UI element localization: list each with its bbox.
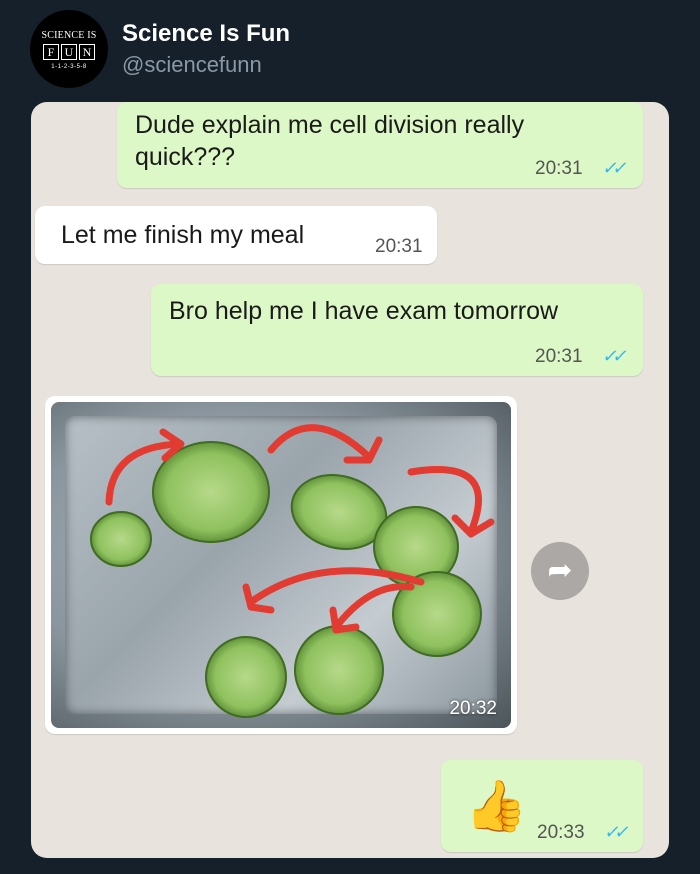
cucumber-slice	[205, 636, 287, 718]
cucumber-slice	[90, 511, 152, 567]
double-check-icon: ✓✓	[602, 822, 628, 842]
message-bubble[interactable]: Bro help me I have exam tomorrow 20:31 ✓…	[151, 284, 643, 376]
avatar-line3: 1-1-2-3-5-8	[51, 64, 87, 70]
avatar-letter: U	[61, 44, 77, 60]
message-bubble[interactable]: Dude explain me cell division really qui…	[117, 102, 643, 188]
cucumber-photo[interactable]: 20:32	[51, 402, 511, 728]
message-time: 20:31	[535, 158, 583, 179]
message-bubble[interactable]: Let me finish my meal 20:31	[35, 206, 437, 264]
tweet-header: SCIENCE IS F U N 1-1-2-3-5-8 Science Is …	[30, 10, 670, 90]
image-message[interactable]: 20:32	[45, 396, 517, 734]
share-forward-icon[interactable]: ➦	[531, 542, 589, 600]
avatar-line1: SCIENCE IS	[41, 30, 97, 41]
message-time: 20:31	[375, 236, 423, 257]
message-text-line: quick???	[135, 143, 236, 171]
avatar[interactable]: SCIENCE IS F U N 1-1-2-3-5-8	[30, 10, 108, 88]
red-arrow	[267, 424, 373, 461]
double-check-icon: ✓✓	[600, 346, 626, 366]
thumbs-up-icon: 👍	[465, 778, 528, 834]
message-text-line: Bro help me I have exam tomorrow	[169, 297, 559, 325]
message-text-line: Dude explain me cell division really	[135, 111, 525, 139]
message-time: 20:33	[537, 822, 585, 843]
double-check-icon: ✓✓	[600, 158, 626, 178]
cucumber-slice	[294, 625, 384, 715]
message-time: 20:32	[449, 698, 497, 719]
message-bubble[interactable]: 👍 20:33 ✓✓	[441, 760, 643, 852]
avatar-letter: N	[79, 44, 95, 60]
avatar-letter: F	[43, 44, 59, 60]
account-handle[interactable]: @sciencefunn	[122, 52, 262, 78]
message-text-line: Let me finish my meal	[61, 221, 305, 249]
chat-screenshot: Dude explain me cell division really qui…	[31, 102, 669, 858]
cucumber-illustration	[90, 424, 495, 718]
message-time: 20:31	[535, 346, 583, 367]
avatar-letters: F U N	[43, 44, 95, 60]
account-name[interactable]: Science Is Fun	[122, 20, 290, 48]
